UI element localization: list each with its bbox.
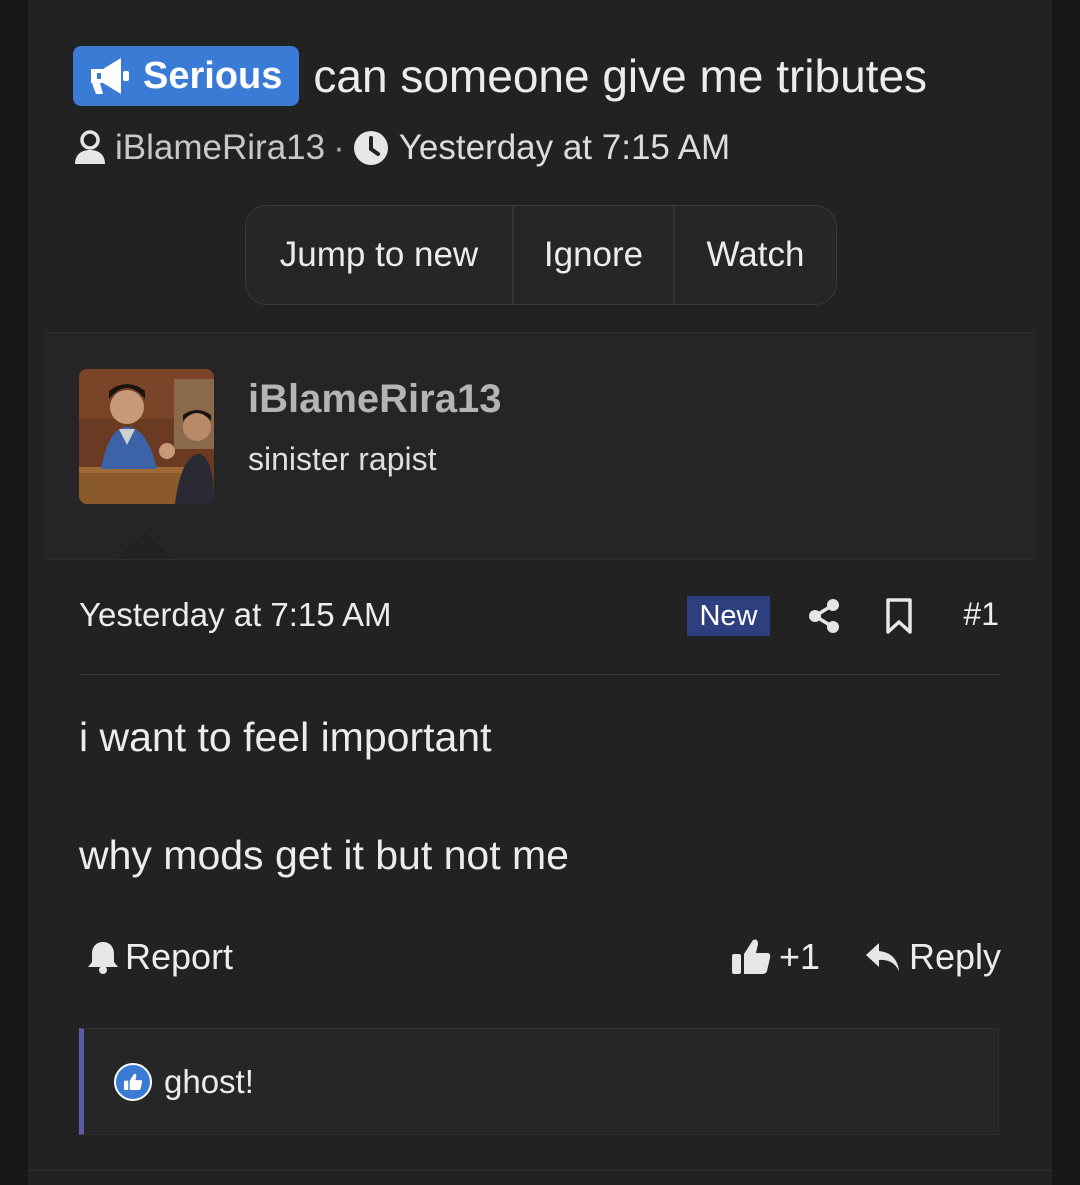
new-badge: New [687, 596, 770, 636]
reply-button[interactable]: Reply [865, 936, 1001, 978]
post-body-line: why mods get it but not me [79, 832, 569, 878]
page: Serious can someone give me tributes iBl… [28, 0, 1052, 1185]
post-date[interactable]: Yesterday at 7:15 AM [79, 596, 392, 634]
reply-label: Reply [908, 936, 1001, 977]
thread-header: Serious can someone give me tributes iBl… [28, 0, 1052, 330]
reply-icon [865, 943, 899, 971]
bookmark-icon[interactable] [885, 598, 913, 639]
post-meta: Yesterday at 7:15 AM New #1 [79, 596, 1001, 636]
meta-separator: · [333, 128, 345, 167]
prefix-badge[interactable]: Serious [73, 46, 300, 106]
thread-time[interactable]: Yesterday at 7:15 AM [399, 128, 730, 168]
thread-title-row: Serious can someone give me tributes [73, 46, 927, 106]
like-button[interactable]: +1 [731, 936, 820, 978]
watch-button[interactable]: Watch [675, 206, 836, 304]
like-count: +1 [779, 936, 821, 977]
like-reaction-icon [114, 1062, 152, 1101]
share-icon[interactable] [807, 598, 841, 639]
post-bottom-divider [28, 1170, 1052, 1171]
thread-button-group: Jump to new Ignore Watch [245, 205, 837, 305]
jump-to-new-button[interactable]: Jump to new [246, 206, 514, 304]
thread-title: can someone give me tributes [313, 50, 928, 102]
thumbs-up-icon [732, 939, 771, 974]
post-divider [79, 674, 1001, 675]
post-user-block: iBlameRira13 sinister rapist [45, 332, 1035, 560]
report-button[interactable]: Report [87, 936, 233, 978]
bell-icon [88, 942, 118, 974]
report-label: Report [125, 936, 234, 977]
user-block-pointer [115, 531, 175, 559]
megaphone-icon [91, 58, 129, 94]
thread-meta: iBlameRira13 · Yesterday at 7:15 AM [73, 128, 730, 168]
reaction-bar: ghost! [79, 1028, 999, 1135]
clock-icon [353, 131, 388, 165]
post-body-line: i want to feel important [79, 714, 492, 760]
post-number[interactable]: #1 [963, 596, 999, 633]
prefix-label: Serious [143, 54, 283, 97]
avatar[interactable] [79, 369, 214, 504]
post-actions: Report +1 Reply [79, 934, 1001, 984]
post: iBlameRira13 sinister rapist Yesterday a… [45, 332, 1035, 1172]
post-username[interactable]: iBlameRira13 [248, 377, 501, 422]
reaction-user-link[interactable]: ghost! [164, 1063, 254, 1101]
ignore-button[interactable]: Ignore [514, 206, 675, 304]
user-icon [75, 130, 105, 164]
thread-author-link[interactable]: iBlameRira13 [115, 128, 325, 168]
user-title: sinister rapist [248, 441, 437, 477]
